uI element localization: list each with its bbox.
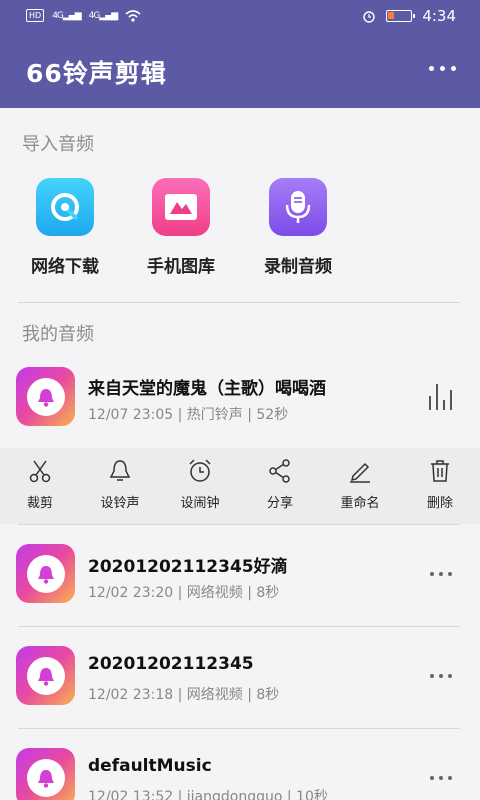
set-ringtone-button[interactable]: 设铃声 (90, 458, 150, 511)
signal-icon-1: 4G▂▄▆ (52, 10, 81, 21)
import-network-download[interactable]: 网络下载 (10, 178, 120, 277)
audio-thumbnail (16, 544, 75, 603)
gallery-icon (152, 178, 210, 236)
import-record-audio[interactable]: 录制音频 (243, 178, 353, 277)
audio-actions-bar: 裁剪 设铃声 设闹钟 分享 重命名 删除 (0, 448, 480, 524)
section-divider (18, 302, 460, 303)
audio-meta: 12/02 13:52 | jiangdongguo | 10秒 (88, 789, 328, 800)
audio-title: 20201202112345 (88, 654, 254, 674)
battery-icon (386, 10, 416, 22)
item-more-icon[interactable] (430, 674, 452, 678)
delete-button[interactable]: 删除 (410, 458, 470, 511)
cut-button[interactable]: 裁剪 (10, 458, 70, 511)
audio-title: 来自天堂的魔鬼（主歌）喝喝酒 (88, 379, 326, 399)
app-title: 66铃声剪辑 (26, 59, 167, 88)
audio-thumbnail (16, 748, 75, 800)
bell-icon (37, 667, 54, 686)
bell-icon (37, 565, 54, 584)
trash-icon (431, 460, 449, 482)
alarm-clock-icon (189, 459, 211, 482)
my-audio-section-label: 我的音频 (22, 324, 94, 345)
bell-icon (109, 460, 131, 481)
bell-icon (37, 388, 54, 407)
share-icon (269, 459, 290, 483)
audio-thumbnail (16, 646, 75, 705)
audio-title: defaultMusic (88, 756, 212, 776)
status-bar: HD 4G▂▄▆ 4G▂▄▆ 4:34 (0, 0, 480, 34)
import-section-label: 导入音频 (22, 134, 94, 155)
bell-icon (37, 769, 54, 788)
rename-icon (350, 462, 370, 483)
status-time: 4:34 (422, 7, 456, 25)
audio-title: 20201202112345好滴 (88, 557, 288, 577)
audio-item[interactable]: defaultMusic 12/02 13:52 | jiangdongguo … (0, 728, 480, 800)
network-download-icon (36, 178, 94, 236)
scissors-icon (29, 460, 51, 483)
set-alarm-button[interactable]: 设闹钟 (170, 458, 230, 511)
app-header: HD 4G▂▄▆ 4G▂▄▆ 4:34 66铃声剪辑 (0, 0, 480, 108)
playing-equalizer-icon (429, 382, 452, 410)
wifi-icon (125, 9, 141, 22)
more-menu-icon[interactable] (429, 66, 456, 71)
alarm-status-icon (363, 11, 376, 23)
audio-item[interactable]: 20201202112345好滴 12/02 23:20 | 网络视频 | 8秒 (0, 524, 480, 624)
audio-item[interactable]: 来自天堂的魔鬼（主歌）喝喝酒 12/07 23:05 | 热门铃声 | 52秒 (0, 348, 480, 448)
share-button[interactable]: 分享 (250, 458, 310, 511)
signal-icon-2: 4G▂▄▆ (88, 10, 118, 21)
audio-meta: 12/07 23:05 | 热门铃声 | 52秒 (88, 407, 289, 423)
audio-thumbnail (16, 367, 75, 426)
hd-badge: HD (26, 9, 45, 22)
item-more-icon[interactable] (430, 776, 452, 780)
import-phone-gallery[interactable]: 手机图库 (126, 178, 236, 277)
main-content: 导入音频 网络下载 手机图库 录制音频 我的音频 来自天堂的魔鬼（主歌）喝喝酒 … (0, 108, 480, 800)
rename-button[interactable]: 重命名 (330, 458, 390, 511)
audio-meta: 12/02 23:20 | 网络视频 | 8秒 (88, 585, 280, 601)
microphone-icon (269, 178, 327, 236)
audio-meta: 12/02 23:18 | 网络视频 | 8秒 (88, 687, 280, 703)
audio-item[interactable]: 20201202112345 12/02 23:18 | 网络视频 | 8秒 (0, 626, 480, 726)
item-more-icon[interactable] (430, 572, 452, 576)
